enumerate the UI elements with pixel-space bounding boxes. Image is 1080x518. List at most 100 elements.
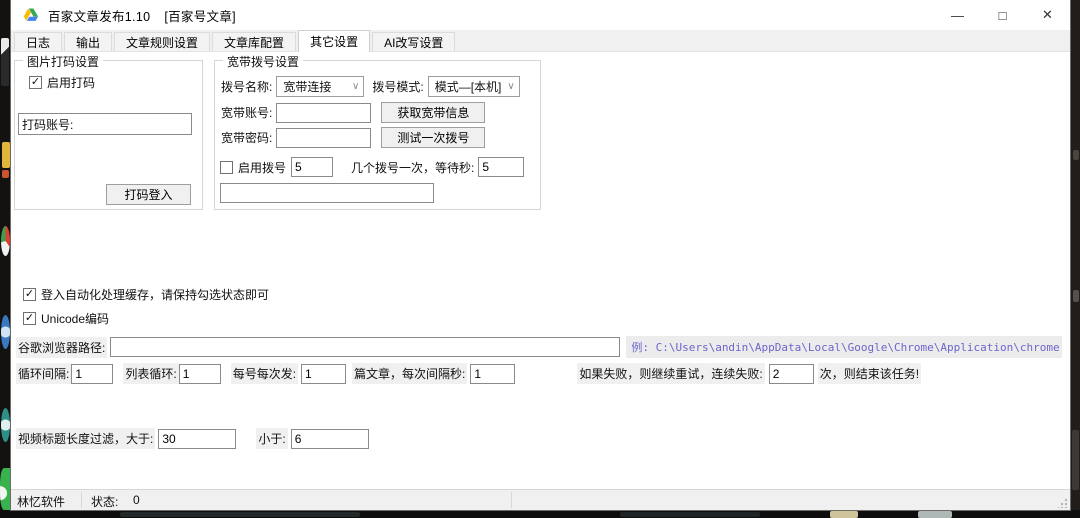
status-value: 0 [133,493,140,507]
loop-interval-input[interactable] [71,364,113,384]
dial-account-input[interactable] [276,103,371,123]
captcha-account-row: 打码账号: [18,113,192,135]
resize-grip-icon[interactable] [1058,498,1068,508]
dial-settings-group: 宽带拨号设置 拨号名称: 宽带连接 ∨ 拨号模式: 模式—[本机] ∨ 宽带账号… [214,60,541,210]
captcha-account-input[interactable] [74,115,191,133]
desktop-fragment [918,511,952,518]
enable-dial-row: 启用拨号 几个拨号一次，等待秒: [220,157,524,177]
desktop-icon-fragment [0,468,10,510]
get-broadband-info-button[interactable]: 获取宽带信息 [381,102,485,123]
checkbox-icon [23,312,36,325]
maximize-button[interactable]: □ [980,0,1025,30]
desktop-icon-fragment [1,226,10,256]
article-gap-label: 篇文章，每次间隔秒: [352,363,467,384]
list-loop-label: 列表循环: [123,363,178,384]
tab-article-rules[interactable]: 文章规则设置 [114,32,210,51]
tab-content-other-settings: 图片打码设置 启用打码 打码账号: 打码登入 宽带拨号设置 拨号名称: 宽带连接 [11,52,1070,489]
chrome-path-row: 谷歌浏览器路径: 例: C:\Users\andin\AppData\Local… [16,336,1062,358]
article-gap-input[interactable] [470,364,515,384]
cache-checkbox[interactable]: 登入自动化处理缓存，请保持勾选状态即可 [23,286,269,303]
enable-dial-label: 启用拨号 [238,159,286,176]
dial-password-label: 宽带密码: [221,129,272,146]
video-lt-label: 小于: [256,428,287,449]
dial-mode-label: 拨号模式: [372,78,423,95]
status-label: 状态: [91,493,118,510]
desktop-fragment [620,512,760,517]
captcha-login-button[interactable]: 打码登入 [106,184,191,205]
desktop-icon-fragment [1,38,9,86]
unicode-checkbox[interactable]: Unicode编码 [23,310,109,327]
dial-group-title: 宽带拨号设置 [223,53,303,70]
app-window: 百家文章发布1.10 [百家号文章] — □ ✕ 日志 输出 文章规则设置 文章… [10,0,1071,511]
chrome-path-hint: 例: C:\Users\andin\AppData\Local\Google\C… [626,336,1062,358]
dial-password-row: 宽带密码: 测试一次拨号 [221,127,485,148]
desktop-icon-fragment [2,170,9,178]
dial-count-input[interactable] [291,157,333,177]
desktop-edge-bottom [0,510,1080,518]
dial-name-value: 宽带连接 [283,78,331,95]
tab-ai-rewrite[interactable]: AI改写设置 [372,32,455,51]
dial-name-select[interactable]: 宽带连接 ∨ [276,76,364,97]
dial-mode-select[interactable]: 模式—[本机] ∨ [428,76,520,97]
video-title-filter-row: 视频标题长度过滤，大于: 小于: [16,428,369,449]
desktop-fragment [1072,430,1079,490]
status-divider [511,492,512,508]
per-account-input[interactable] [301,364,346,384]
chrome-path-input[interactable] [110,337,620,357]
title-bar[interactable]: 百家文章发布1.10 [百家号文章] — □ ✕ [11,0,1070,30]
fail-suffix-label: 次，则结束该任务! [818,363,921,384]
dial-wait-label: 几个拨号一次，等待秒: [351,159,474,176]
dial-account-row: 宽带账号: 获取宽带信息 [221,102,485,123]
video-filter-label: 视频标题长度过滤，大于: [16,428,155,449]
desktop-fragment [120,512,360,517]
dial-mode-value: 模式—[本机] [435,78,502,95]
video-lt-input[interactable] [291,429,369,449]
brand-label: 林忆软件 [17,493,65,510]
dial-name-row: 拨号名称: 宽带连接 ∨ 拨号模式: 模式—[本机] ∨ [221,76,534,97]
list-loop-input[interactable] [179,364,221,384]
checkbox-icon [23,288,36,301]
chevron-down-icon: ∨ [507,81,514,92]
loop-settings-row: 循环间隔: 列表循环: 每号每次发: 篇文章，每次间隔秒: 如果失败，则继续重试… [16,363,921,384]
dial-account-label: 宽带账号: [221,104,272,121]
tab-log[interactable]: 日志 [14,32,62,51]
minimize-button[interactable]: — [935,0,980,30]
test-dial-button[interactable]: 测试一次拨号 [381,127,485,148]
desktop-fragment [830,511,858,518]
tab-output[interactable]: 输出 [64,32,112,51]
close-button[interactable]: ✕ [1025,0,1070,30]
unicode-checkbox-label: Unicode编码 [41,310,109,327]
tab-article-library[interactable]: 文章库配置 [212,32,296,51]
captcha-settings-group: 图片打码设置 启用打码 打码账号: 打码登入 [14,60,203,210]
fail-retry-label: 如果失败，则继续重试，连续失败: [577,363,764,384]
status-bar: 林忆软件 状态: 0 [11,489,1070,510]
dial-extra-input[interactable] [220,183,434,203]
captcha-group-title: 图片打码设置 [23,53,103,70]
dial-password-input[interactable] [276,128,371,148]
tab-other-settings[interactable]: 其它设置 [298,30,370,52]
desktop-fragment [1073,150,1079,160]
desktop-icon-fragment [2,142,10,168]
desktop-edge-left [0,0,10,518]
enable-captcha-label: 启用打码 [47,74,95,91]
cache-checkbox-label: 登入自动化处理缓存，请保持勾选状态即可 [41,286,269,303]
fail-count-input[interactable] [769,364,814,384]
app-icon [23,7,39,23]
chevron-down-icon: ∨ [352,81,359,92]
window-title: 百家文章发布1.10 [48,6,150,25]
screen: 百家文章发布1.10 [百家号文章] — □ ✕ 日志 输出 文章规则设置 文章… [0,0,1080,518]
checkbox-icon [29,76,42,89]
status-divider [81,492,82,508]
per-account-label: 每号每次发: [231,363,298,384]
enable-dial-checkbox[interactable]: 启用拨号 [220,159,286,176]
video-gt-input[interactable] [158,429,236,449]
checkbox-icon [220,161,233,174]
dial-wait-input[interactable] [478,157,524,177]
desktop-edge-right [1071,0,1080,518]
desktop-icon-fragment [1,408,10,442]
loop-interval-label: 循环间隔: [16,363,71,384]
chrome-path-label: 谷歌浏览器路径: [16,337,107,358]
window-controls: — □ ✕ [935,0,1070,30]
enable-captcha-checkbox[interactable]: 启用打码 [29,74,95,91]
captcha-account-label: 打码账号: [19,116,74,133]
